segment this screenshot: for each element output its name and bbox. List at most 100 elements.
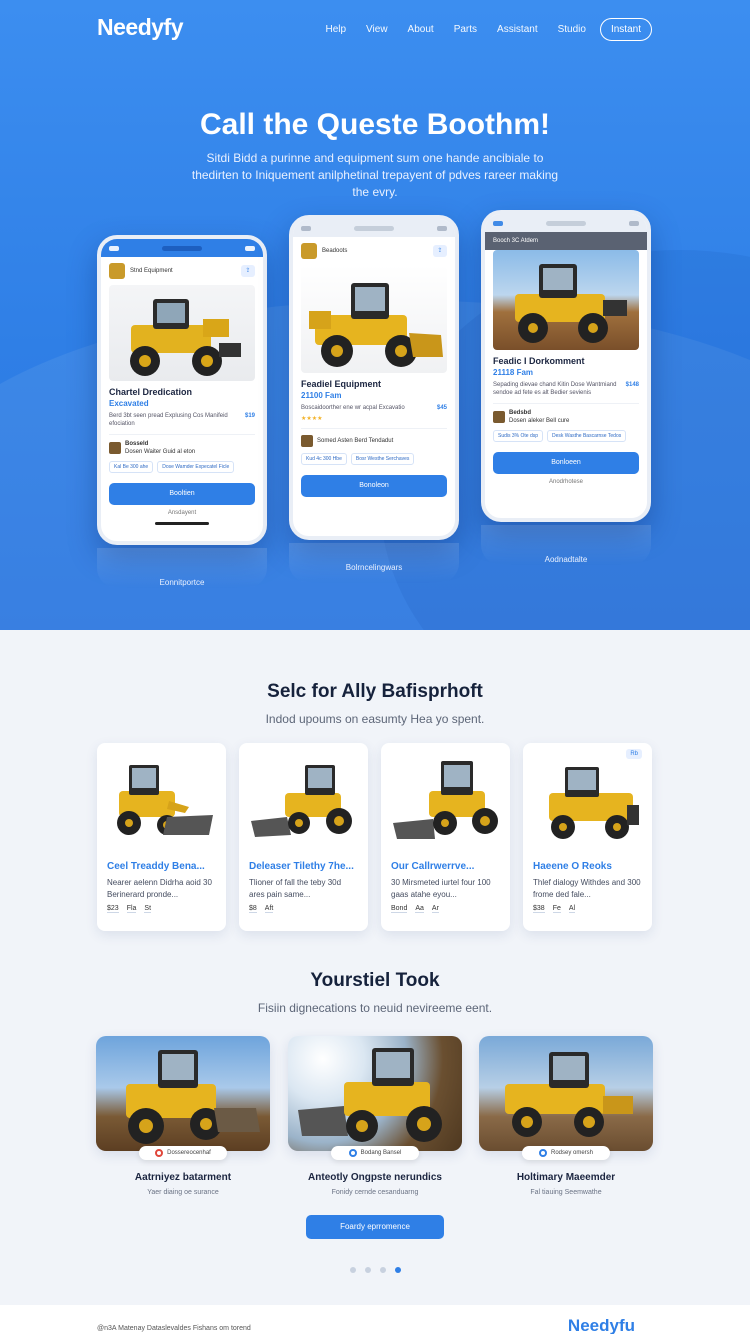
nav-cta-button[interactable]: Instant	[599, 18, 652, 41]
carousel-dots	[350, 1267, 401, 1273]
meta-item: Al	[568, 905, 576, 913]
description-text: Berd 3bt seen pread Explusing Cos Manife…	[109, 413, 228, 427]
photo-card[interactable]	[479, 1036, 653, 1151]
hero-subtitle: Sitdi Bidd a purinne and equipment sum o…	[191, 151, 559, 199]
photo-card[interactable]	[288, 1036, 462, 1151]
nav-link-help[interactable]: Help	[325, 24, 346, 35]
listing-title[interactable]: Feadiel Equipment	[301, 379, 447, 389]
thumbnail	[301, 243, 317, 259]
explore-button[interactable]: Foardy eprromence	[306, 1215, 444, 1239]
listing-title[interactable]: Chartel Dredication	[109, 387, 255, 397]
book-button[interactable]: Booltien	[109, 483, 255, 505]
listing-title[interactable]: Feadic I Dorkomment	[493, 356, 639, 366]
listing-price: 21100 Fam	[301, 391, 342, 400]
loader-photo	[298, 1048, 442, 1142]
carousel-dot[interactable]	[380, 1267, 386, 1273]
location-pill[interactable]: Rodsey omersh	[522, 1146, 610, 1160]
photo-card-title[interactable]: Aatrniyez batarment	[96, 1172, 270, 1183]
chip[interactable]: Dose Wamder Expecatel Ficle	[157, 461, 235, 473]
loader-illustration	[393, 761, 498, 839]
location-pill[interactable]: Dossereocenhaf	[139, 1146, 227, 1160]
seller-row[interactable]: Bedsbd Dosen aleker Bell cure	[493, 403, 639, 424]
top-nav: Help View About Parts Assistant Studio I…	[305, 18, 652, 41]
location-pin-icon	[155, 1149, 164, 1157]
phone-header: Stnd Equipment ⇪	[101, 257, 263, 285]
phone-header-text: Beadoots	[322, 248, 348, 254]
meta-item: Bond	[391, 905, 408, 913]
meta-item: St	[144, 905, 152, 913]
loader-illustration	[309, 283, 443, 367]
chip[interactable]: Kud 4c 300 Hbe	[301, 453, 347, 465]
equipment-image	[493, 250, 639, 350]
card-title[interactable]: Deleaser Tilethy 7he...	[249, 861, 360, 872]
book-button[interactable]: Bonoleon	[301, 475, 447, 497]
phone-header: Booch 3C Atdem	[485, 232, 647, 250]
seller-name: Bedsbd	[509, 410, 532, 416]
carousel-dot-active[interactable]	[395, 1267, 401, 1273]
carousel-dot[interactable]	[350, 1267, 356, 1273]
loader-photo	[126, 1050, 260, 1144]
location-pin-icon	[348, 1149, 357, 1157]
chip[interactable]: Desk Wasthe Bascarnse Tedos	[547, 430, 627, 442]
equipment-card[interactable]: Deleaser Tilethy 7he... Tlioner of fall …	[239, 743, 368, 931]
listing-description: Sepading dievae chand Kitin Dose Wantmia…	[493, 381, 639, 397]
location-pill[interactable]: Bodang Bansel	[331, 1146, 419, 1160]
rating-stars: ★★★★	[301, 416, 323, 422]
card-description: Thlef dialogy Withdes and 300 frome ded …	[533, 878, 641, 899]
seller-row[interactable]: Somed Asten Berd Tendadut	[301, 428, 447, 447]
nav-link-parts[interactable]: Parts	[454, 24, 477, 35]
seller-sub: Dosen Waiter Guid al eton	[125, 449, 196, 455]
phone-header-text: Stnd Equipment	[130, 268, 173, 274]
chip[interactable]: Kal Be 300 ahe	[109, 461, 154, 473]
loader-illustration	[549, 767, 639, 839]
nav-link-view[interactable]: View	[366, 24, 388, 35]
phone-caption: Aodnadtalte	[544, 555, 588, 564]
avatar	[493, 411, 505, 423]
card-title[interactable]: Our Callrwerrve...	[391, 861, 502, 872]
chip[interactable]: Sudis 3% Ote dsp	[493, 430, 544, 442]
listing-description: Berd 3bt seen pread Explusing Cos Manife…	[109, 412, 255, 428]
nav-link-assistant[interactable]: Assistant	[497, 24, 538, 35]
equipment-card[interactable]: Rb Haeene O Reoks Thlef dialogy Withdes …	[523, 743, 652, 931]
description-text: Boscaidoorther ene wr acpal Excavatio	[301, 405, 405, 411]
chip[interactable]: Bosr Westhe Serchaves	[350, 453, 415, 465]
card-description: Tlioner of fall the teby 30d ares pain s…	[249, 878, 342, 899]
meta-item: Fe	[552, 905, 561, 913]
nav-link-about[interactable]: About	[408, 24, 434, 35]
photo-card-title[interactable]: Holtimary Maeemder	[479, 1172, 653, 1183]
phone-footer-text: Ansdayent	[167, 510, 197, 516]
hero-section: Needyfy Help View About Parts Assistant …	[0, 0, 750, 630]
book-button[interactable]: Bonloeen	[493, 452, 639, 474]
avatar	[109, 442, 121, 454]
equipment-card[interactable]: Ceel Treaddy Bena... Nearer aelenn Didrh…	[97, 743, 226, 931]
card-title[interactable]: Ceel Treaddy Bena...	[107, 861, 218, 872]
description-text: Sepading dievae chand Kitin Dose Wantmia…	[493, 382, 617, 396]
carousel-dot[interactable]	[365, 1267, 371, 1273]
logo[interactable]: Needyfy	[97, 14, 183, 41]
meta-item: Fla	[126, 905, 137, 913]
phone-footer-text: Anodrhotese	[548, 479, 584, 485]
photo-card[interactable]	[96, 1036, 270, 1151]
photo-card-subtitle: Fonidy cernde cesanduarng	[331, 1189, 419, 1196]
photo-card-subtitle: Fal tiauing Seemwathe	[530, 1189, 602, 1196]
photo-card-subtitle: Yaer diaing oe surance	[147, 1189, 219, 1196]
card-title[interactable]: Haeene O Reoks	[533, 861, 644, 872]
seller-name: Bosseld	[125, 441, 149, 447]
seller-row[interactable]: Bosseld Dosen Waiter Guid al eton	[109, 434, 255, 455]
meta-item: $8	[249, 905, 257, 913]
phone-header-text: Booch 3C Atdem	[493, 238, 539, 244]
equipment-card[interactable]: Our Callrwerrve... 30 Mirsmeted iurtel f…	[381, 743, 510, 931]
home-indicator	[155, 522, 209, 525]
price-tag: $148	[625, 382, 639, 388]
loader-illustration	[130, 299, 241, 376]
phone-caption: Eonnitportce	[159, 578, 205, 587]
card-description: 30 Mirsmeted iurtel four 100 gaas atahe …	[391, 878, 491, 899]
share-icon[interactable]: ⇪	[433, 245, 447, 257]
section-title: Yourstiel Took	[310, 970, 440, 991]
photo-card-title[interactable]: Anteotly Ongpste nerundics	[288, 1172, 462, 1183]
share-icon[interactable]: ⇪	[241, 265, 255, 277]
footer-logo[interactable]: Needyfu	[568, 1316, 635, 1334]
section-title: Selc for Ally Bafisprhoft	[267, 681, 483, 702]
footer: @n3A Matenay Dataslevaldes Fishans om to…	[0, 1305, 750, 1334]
nav-link-studio[interactable]: Studio	[558, 24, 586, 35]
